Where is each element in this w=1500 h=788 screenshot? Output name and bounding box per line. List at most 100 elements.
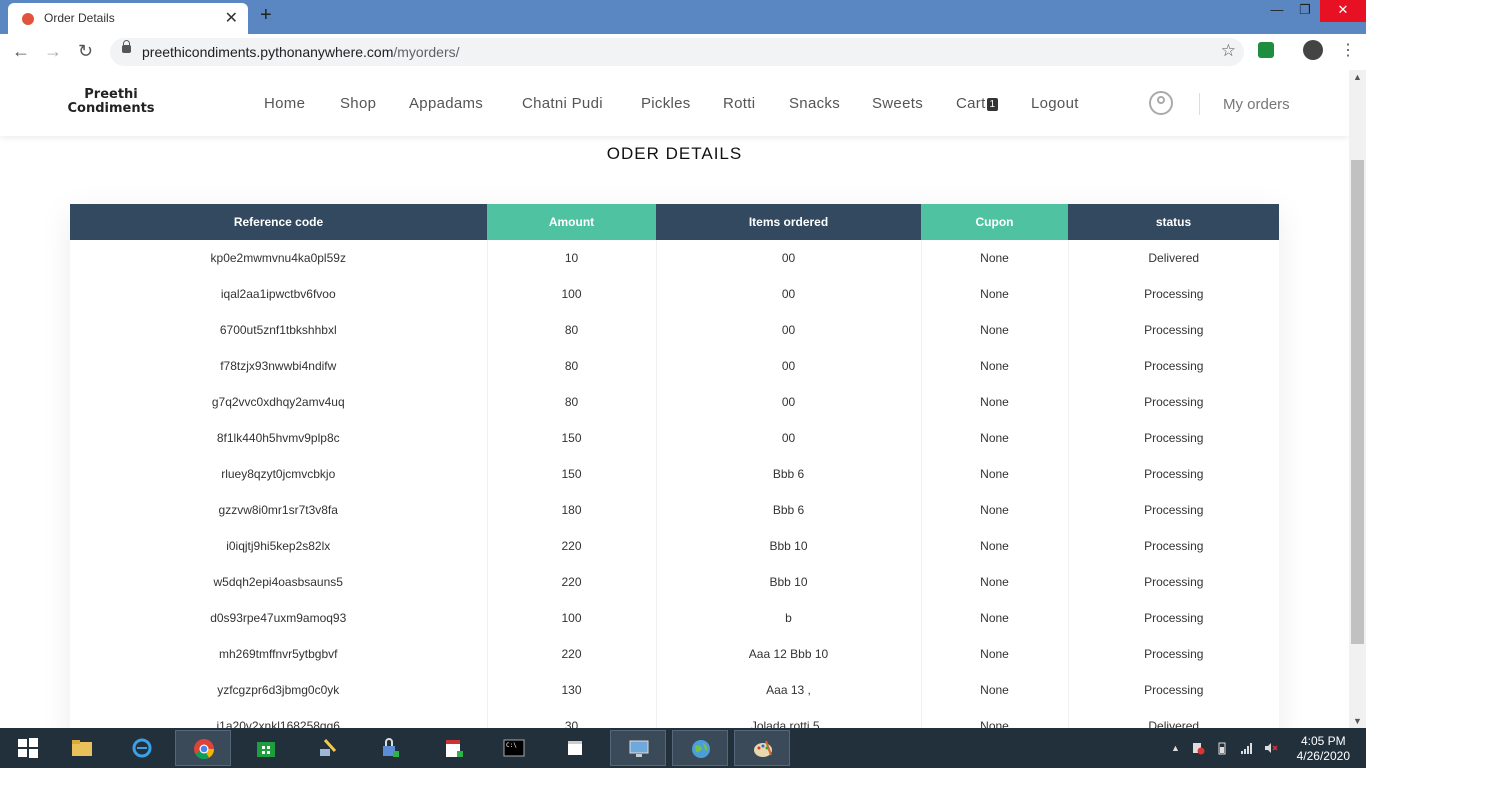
header-cupon: Cupon	[921, 204, 1068, 240]
reference-code-cell: gzzvw8i0mr1sr7t3v8fa	[70, 492, 488, 528]
monitor-icon	[629, 740, 649, 757]
site-header: Preethi Condiments Home Shop Appadams Ch…	[0, 70, 1349, 136]
orders-table-container: Reference code Amount Items ordered Cupo…	[70, 204, 1279, 728]
taskbar-paint[interactable]	[734, 730, 790, 766]
amount-cell: 130	[487, 672, 657, 708]
favicon-icon	[22, 13, 34, 25]
menu-cart[interactable]: Cart 1	[956, 95, 999, 112]
amount-cell: 220	[487, 564, 657, 600]
taskbar-clock[interactable]: 4:05 PM 4/26/2020	[1297, 734, 1350, 764]
taskbar-internet-explorer[interactable]	[114, 730, 170, 766]
my-orders-link[interactable]: My orders	[1223, 96, 1290, 113]
taskbar-window-app[interactable]	[548, 730, 604, 766]
site-logo[interactable]: Preethi Condiments	[66, 88, 156, 116]
menu-sweets[interactable]: Sweets	[872, 95, 923, 112]
status-cell: Processing	[1144, 611, 1204, 625]
amount-cell: 80	[487, 312, 657, 348]
cupon-cell: None	[921, 636, 1069, 672]
url-host: preethicondiments.pythonanywhere.com	[142, 44, 394, 60]
taskbar-command-prompt[interactable]: C:\	[486, 730, 542, 766]
back-icon[interactable]: ←	[12, 41, 30, 62]
amount-cell: 80	[487, 348, 657, 384]
terminal-icon: C:\	[503, 739, 525, 757]
new-tab-button[interactable]: +	[260, 4, 272, 27]
items-ordered-cell: 00	[656, 240, 922, 276]
cart-count-badge: 1	[986, 98, 999, 111]
profile-avatar[interactable]	[1303, 40, 1323, 60]
cupon-cell: None	[921, 528, 1069, 564]
tab-close-icon[interactable]: ✕	[225, 8, 238, 28]
taskbar-file-explorer[interactable]	[54, 730, 110, 766]
cupon-cell: None	[921, 240, 1069, 276]
scroll-down-icon[interactable]: ▼	[1353, 716, 1362, 726]
orders-table-body: kp0e2mwmvnu4ka0pl59z 10 00 None Delivered iqa…	[70, 240, 1279, 728]
tray-signal-icon[interactable]	[1240, 741, 1254, 755]
taskbar-security-app[interactable]	[362, 730, 418, 766]
browser-titlebar: Order Details ✕ + — ❐ ✕	[0, 0, 1366, 34]
paint-palette-icon	[754, 740, 772, 757]
menu-pickles[interactable]: Pickles	[641, 95, 691, 112]
cupon-cell: None	[921, 456, 1069, 492]
taskbar-chrome[interactable]	[175, 730, 231, 766]
tray-battery-icon[interactable]	[1216, 741, 1230, 755]
reference-code-cell: iqal2aa1ipwctbv6fvoo	[70, 276, 488, 312]
page-scrollbar[interactable]: ▲ ▼	[1349, 70, 1366, 728]
status-cell: Processing	[1144, 539, 1204, 553]
table-row: rluey8qzyt0jcmvcbkjo 150 Bbb 6 None Processi…	[70, 456, 1279, 492]
logo-line1: Preethi	[84, 87, 138, 102]
items-ordered-cell: Bbb 6	[656, 492, 922, 528]
user-account-icon[interactable]	[1149, 91, 1173, 115]
extension-icon[interactable]	[1258, 42, 1274, 58]
items-ordered-cell: 00	[656, 312, 922, 348]
windows-taskbar: C:\ ▲ 4:05 PM 4/26/2020	[0, 728, 1366, 768]
amount-cell: 100	[487, 276, 657, 312]
forward-icon[interactable]: →	[44, 41, 62, 62]
globe-icon	[692, 740, 710, 758]
close-window-icon[interactable]: ✕	[1320, 0, 1366, 22]
reload-icon[interactable]: ↻	[78, 41, 93, 62]
address-bar[interactable]: preethicondiments.pythonanywhere.com/myo…	[110, 38, 1244, 66]
logo-line2: Condiments	[67, 101, 155, 116]
browser-menu-icon[interactable]: ⋮	[1340, 40, 1356, 60]
taskbar-notepad-app[interactable]	[426, 730, 482, 766]
menu-shop[interactable]: Shop	[340, 95, 376, 112]
svg-text:C:\: C:\	[506, 742, 517, 749]
taskbar-store[interactable]	[238, 730, 294, 766]
status-cell: Processing	[1144, 323, 1204, 337]
menu-logout[interactable]: Logout	[1031, 95, 1079, 112]
taskbar-globe-app[interactable]	[672, 730, 728, 766]
notepad-icon	[446, 740, 463, 757]
menu-rotti[interactable]: Rotti	[723, 95, 755, 112]
tray-expand-icon[interactable]: ▲	[1171, 743, 1180, 753]
scroll-up-icon[interactable]: ▲	[1353, 72, 1362, 82]
menu-chatni-pudi[interactable]: Chatni Pudi	[522, 95, 603, 112]
start-button[interactable]	[0, 730, 56, 766]
taskbar-network-app[interactable]	[300, 730, 356, 766]
items-ordered-cell: Bbb 10	[656, 564, 922, 600]
amount-cell: 80	[487, 384, 657, 420]
cupon-cell: None	[921, 708, 1069, 728]
minimize-window-icon[interactable]: —	[1262, 0, 1292, 22]
browser-tab[interactable]: Order Details ✕	[8, 3, 248, 34]
tray-volume-muted-icon[interactable]	[1264, 741, 1278, 755]
amount-cell: 30	[487, 708, 657, 728]
menu-snacks[interactable]: Snacks	[789, 95, 840, 112]
table-row: g7q2vvc0xdhqy2amv4uq 80 00 None Processing	[70, 384, 1279, 420]
cupon-cell: None	[921, 348, 1069, 384]
url-text[interactable]: preethicondiments.pythonanywhere.com/myo…	[142, 44, 460, 60]
scrollbar-thumb[interactable]	[1351, 160, 1364, 644]
items-ordered-cell: 00	[656, 276, 922, 312]
cupon-cell: None	[921, 564, 1069, 600]
status-cell: Processing	[1144, 683, 1204, 697]
menu-appadams[interactable]: Appadams	[409, 95, 483, 112]
store-icon	[257, 742, 275, 757]
taskbar-remote-desktop[interactable]	[610, 730, 666, 766]
tab-title: Order Details	[44, 11, 115, 25]
tray-flag-icon[interactable]	[1191, 741, 1205, 755]
menu-home[interactable]: Home	[264, 95, 305, 112]
bookmark-star-icon[interactable]: ☆	[1221, 41, 1236, 61]
amount-cell: 180	[487, 492, 657, 528]
cupon-cell: None	[921, 600, 1069, 636]
restore-window-icon[interactable]: ❐	[1290, 0, 1320, 22]
amount-cell: 150	[487, 456, 657, 492]
